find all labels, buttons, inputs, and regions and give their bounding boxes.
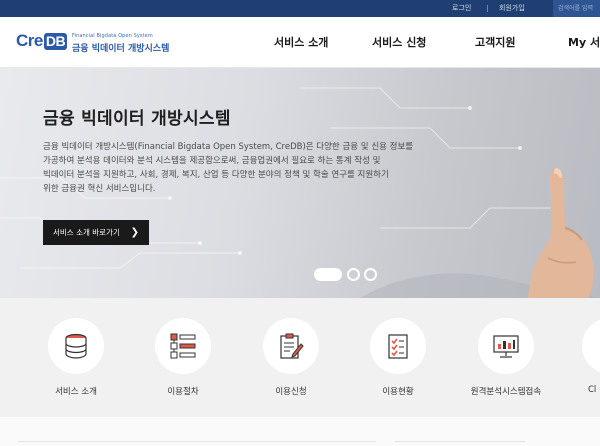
nav-item-support[interactable]: 고객지원	[475, 34, 515, 52]
logo-mark: Cre DB	[16, 31, 68, 51]
quick-item-label: 이용절차	[167, 387, 199, 397]
login-link[interactable]: 로그인	[452, 0, 471, 17]
content-section-top	[0, 417, 600, 446]
quick-item-circle	[48, 318, 104, 374]
slide-dot[interactable]	[347, 268, 360, 281]
database-icon	[65, 333, 87, 359]
quick-item-label: Cl	[588, 385, 597, 395]
nav-item-service-apply[interactable]: 서비스 신청	[372, 34, 426, 52]
quick-item-apply[interactable]: 이용신청	[246, 318, 336, 397]
slide-dot[interactable]	[364, 268, 377, 281]
flowchart-icon	[170, 333, 196, 359]
signup-link[interactable]: 회원가입	[499, 0, 525, 17]
top-utility-bar: 로그인 회원가입 검색어를 입력	[0, 0, 600, 17]
credb-logo[interactable]: Cre DB Financial Bigdata Open System 금융 빅…	[16, 27, 170, 59]
clipboard-pen-icon	[280, 333, 304, 359]
quick-item-label: 이용신청	[275, 387, 307, 397]
divider	[395, 441, 525, 442]
nav-item-service-intro[interactable]: 서비스 소개	[274, 34, 328, 52]
quick-item-label: 원격분석시스템접속	[470, 387, 542, 397]
hero-desc-line: 빅데이터 분석을 지원하고, 사회, 경제, 복지, 산업 등 다양한 분야의 …	[43, 170, 389, 180]
search-input[interactable]: 검색어를 입력	[553, 0, 600, 17]
quick-item-label: 서비스 소개	[55, 387, 97, 397]
hero-description: 금융 빅데이터 개방시스템(Financial Bigdata Open Sys…	[43, 140, 463, 196]
hero-title: 금융 빅데이터 개방시스템	[43, 109, 231, 129]
quick-item-partial[interactable]: Cl	[568, 318, 600, 395]
chevron-right-icon: ❯	[130, 227, 139, 238]
utility-separator	[487, 5, 488, 12]
main-header: Cre DB Financial Bigdata Open System 금융 빅…	[0, 17, 600, 68]
quick-item-label: 이용현황	[382, 387, 414, 397]
slide-indicator	[314, 268, 384, 282]
slide-dot-active[interactable]	[314, 268, 342, 281]
hero-desc-line: 위한 금융권 혁신 서비스입니다.	[43, 184, 156, 194]
quick-item-procedure[interactable]: 이용절차	[138, 318, 228, 397]
quick-item-circle	[478, 318, 534, 374]
checklist-icon	[388, 334, 408, 359]
service-intro-cta-button[interactable]: 서비스 소개 바로가기 ❯	[43, 220, 149, 245]
hero-desc-line: 금융 빅데이터 개방시스템(Financial Bigdata Open Sys…	[43, 142, 414, 152]
quick-item-circle	[582, 318, 600, 374]
quick-item-circle	[370, 318, 426, 374]
logo-subtitle: Financial Bigdata Open System	[72, 33, 153, 39]
hero-desc-line: 가공하여 분석용 데이터와 분석 시스템을 제공함으로써, 금융업권에서 필요로…	[43, 156, 381, 166]
quick-menu: 서비스 소개 이용절차 이용신청 이용현황 원격분석시스템접속 Cl	[0, 298, 600, 417]
quick-item-circle	[155, 318, 211, 374]
divider	[18, 441, 376, 442]
logo-mark-cre: Cre	[16, 31, 43, 50]
quick-item-remote-access[interactable]: 원격분석시스템접속	[461, 318, 551, 397]
nav-item-my-service[interactable]: My 서비	[568, 34, 600, 52]
quick-item-status[interactable]: 이용현황	[353, 318, 443, 397]
logo-mark-db: DB	[43, 33, 68, 50]
logo-name: 금융 빅데이터 개방시스템	[72, 44, 170, 54]
quick-item-service-intro[interactable]: 서비스 소개	[31, 318, 121, 397]
cta-label: 서비스 소개 바로가기	[53, 228, 120, 237]
monitor-chart-icon	[493, 335, 519, 358]
pointing-hand-image	[528, 168, 594, 298]
hero-banner: 금융 빅데이터 개방시스템 금융 빅데이터 개방시스템(Financial Bi…	[0, 68, 600, 298]
quick-item-circle	[263, 318, 319, 374]
